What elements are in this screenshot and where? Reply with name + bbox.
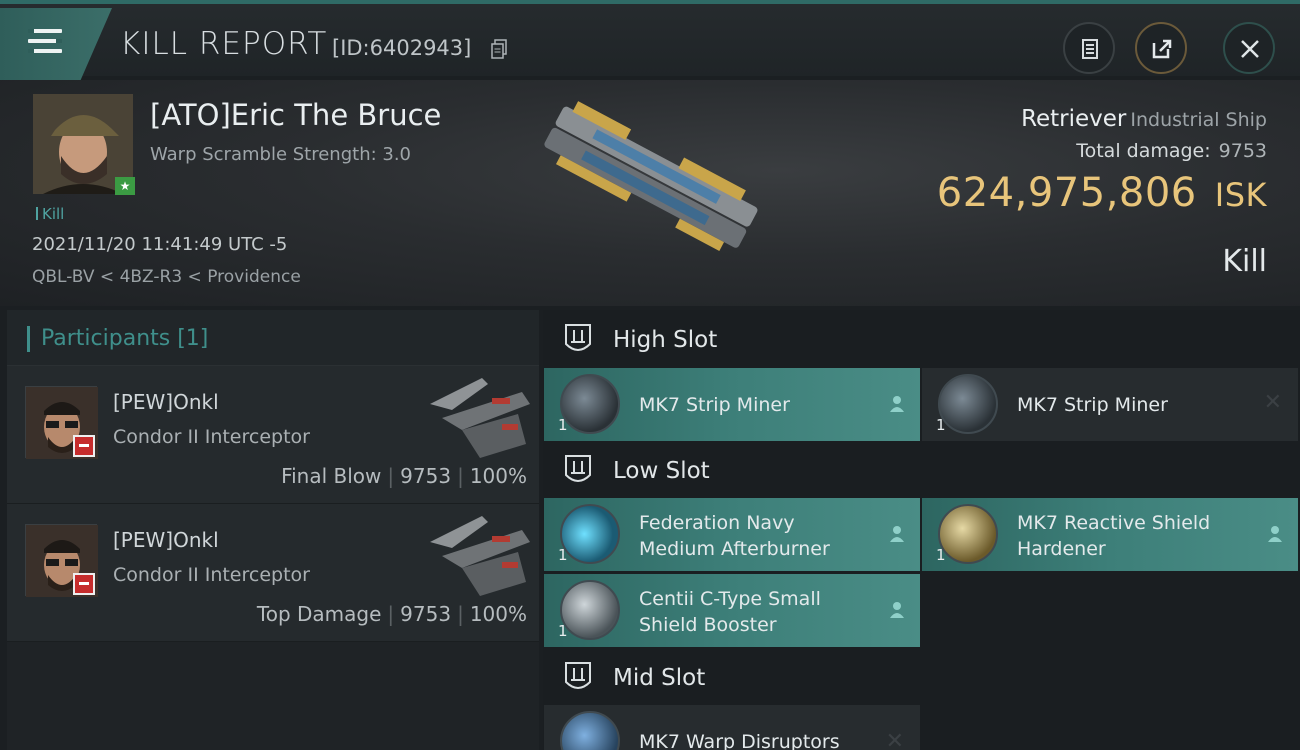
warp-disruptor-icon	[560, 711, 620, 750]
close-icon	[1241, 40, 1259, 58]
shield-booster-icon	[560, 580, 620, 640]
menu-button[interactable]	[0, 8, 112, 80]
participants-header: Participants [1]	[7, 310, 539, 366]
participant-row[interactable]: [PEW]Onkl Condor II Interceptor Top Dama…	[7, 504, 539, 642]
dropped-icon	[1268, 526, 1282, 542]
shield-hardener-icon	[938, 504, 998, 564]
mid-slot-header: Mid Slot	[543, 650, 1300, 708]
destroyed-icon: ✕	[1263, 390, 1282, 415]
hostile-badge	[73, 573, 95, 595]
high-slot-item[interactable]: 1 MK7 Strip Miner	[544, 368, 920, 441]
destroyed-icon: ✕	[885, 729, 904, 750]
kill-outcome: Kill	[1222, 244, 1267, 279]
participant-stats: Top Damage | 9753 | 100%	[256, 602, 527, 626]
low-slot-item[interactable]: 1 Federation Navy Medium Afterburner	[544, 498, 920, 571]
high-slot-icon	[565, 324, 591, 351]
low-slot-icon	[565, 455, 591, 482]
participant-ship: Condor II Interceptor	[113, 426, 310, 448]
share-button[interactable]	[1135, 22, 1187, 74]
participant-stats: Final Blow | 9753 | 100%	[281, 464, 527, 488]
low-slot-item[interactable]: 1 Centii C-Type Small Shield Booster	[544, 574, 920, 647]
high-slot-header: High Slot	[543, 312, 1300, 370]
dropped-icon	[890, 602, 904, 618]
participant-ship-image	[430, 378, 530, 458]
participant-name[interactable]: [PEW]Onkl	[113, 390, 219, 414]
report-id: [ID:6402943]	[332, 36, 472, 60]
participant-ship: Condor II Interceptor	[113, 564, 310, 586]
total-damage: Total damage: 9753	[1076, 140, 1267, 162]
warp-scramble: Warp Scramble Strength: 3.0	[150, 144, 412, 165]
participant-ship-image	[430, 516, 530, 596]
share-icon	[1152, 39, 1172, 59]
report-icon	[1082, 39, 1098, 59]
victim-ship-name[interactable]: Retriever Industrial Ship	[1021, 106, 1267, 132]
report-button[interactable]	[1063, 22, 1115, 74]
top-bar: KILL REPORT [ID:6402943]	[0, 0, 1300, 80]
participant-name[interactable]: [PEW]Onkl	[113, 528, 219, 552]
dropped-icon	[890, 526, 904, 542]
copy-icon[interactable]	[491, 39, 507, 59]
victim-ship-image[interactable]	[518, 94, 780, 272]
page-title: KILL REPORT	[120, 26, 328, 62]
low-slot-item[interactable]: 1 MK7 Reactive Shield Hardener	[922, 498, 1298, 571]
victim-name[interactable]: [ATO]Eric The Bruce	[150, 98, 441, 132]
close-button[interactable]	[1223, 22, 1275, 74]
kill-datetime: 2021/11/20 11:41:49 UTC -5	[32, 234, 288, 255]
hostile-badge	[73, 435, 95, 457]
isk-value: 624,975,806 ISK	[936, 170, 1267, 216]
dropped-icon	[890, 396, 904, 412]
low-slot-header: Low Slot	[543, 443, 1300, 501]
strip-miner-icon	[938, 374, 998, 434]
mid-slot-item[interactable]: MK7 Warp Disruptors ✕	[544, 705, 920, 750]
fitting-panel: High Slot 1 MK7 Strip Miner 1 MK7 Strip …	[543, 310, 1300, 750]
high-slot-item[interactable]: 1 MK7 Strip Miner ✕	[922, 368, 1298, 441]
participant-row[interactable]: [PEW]Onkl Condor II Interceptor Final Bl…	[7, 366, 539, 504]
strip-miner-icon	[560, 374, 620, 434]
kill-tag: Kill	[36, 205, 64, 223]
kill-location[interactable]: QBL-BV < 4BZ-R3 < Providence	[32, 267, 301, 287]
star-badge: ★	[115, 177, 135, 195]
mid-slot-icon	[565, 662, 591, 689]
afterburner-icon	[560, 504, 620, 564]
participants-panel: Participants [1] [PEW]Onkl Condor II Int…	[7, 310, 539, 750]
